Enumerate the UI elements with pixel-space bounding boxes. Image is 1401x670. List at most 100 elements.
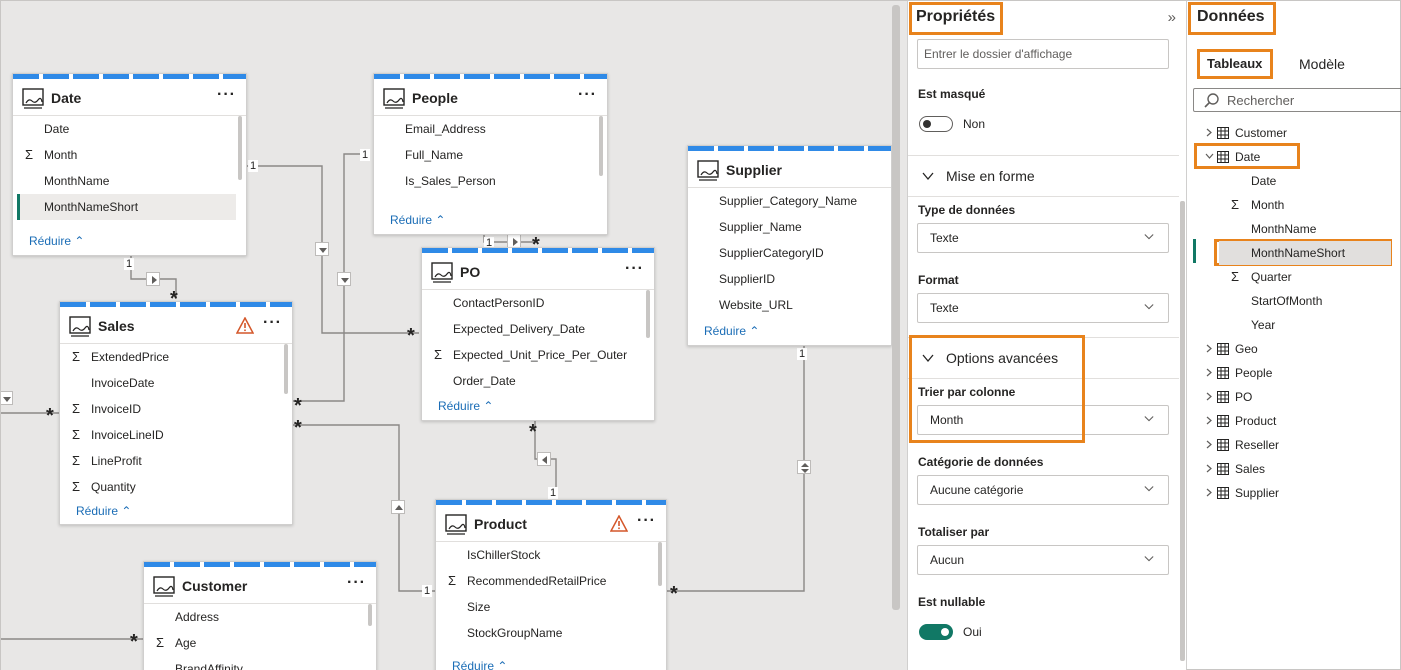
tree-field-item-selected[interactable]: MonthNameShort xyxy=(1219,241,1391,265)
category-dropdown[interactable]: Aucune catégorie xyxy=(917,475,1169,505)
collapse-link[interactable]: Réduire ⌃ xyxy=(76,504,131,518)
field-item[interactable]: IsChillerStock xyxy=(436,542,666,568)
field-scrollbar[interactable] xyxy=(599,116,603,176)
field-item[interactable]: ContactPersonID xyxy=(422,290,654,316)
collapse-link[interactable]: Réduire ⌃ xyxy=(390,213,445,227)
cardinality-many: * xyxy=(407,325,415,347)
nullable-toggle[interactable] xyxy=(919,624,953,640)
table-card-supplier[interactable]: Supplier Supplier_Category_Name Supplier… xyxy=(687,145,892,346)
summarize-dropdown[interactable]: Aucun xyxy=(917,545,1169,575)
search-input[interactable]: Rechercher xyxy=(1193,88,1401,112)
field-item[interactable]: Order_Date xyxy=(422,368,654,394)
summarize-label: Totaliser par xyxy=(918,525,990,539)
field-item[interactable]: MonthName xyxy=(13,168,246,194)
chevron-right-icon[interactable] xyxy=(1205,440,1214,449)
nullable-label: Est nullable xyxy=(918,595,986,609)
more-options-icon[interactable]: ··· xyxy=(263,314,282,332)
field-item[interactable]: Size xyxy=(436,594,666,620)
model-canvas[interactable]: 1 1 1 1 1 1 1 * * * * * * * * * Date ···… xyxy=(0,0,907,670)
format-dropdown[interactable]: Texte xyxy=(917,293,1169,323)
formatting-section[interactable]: Mise en forme xyxy=(908,155,1179,197)
table-grid-icon xyxy=(1217,391,1229,403)
filter-direction-left-icon xyxy=(537,452,551,466)
field-item[interactable]: Σ Quantity xyxy=(60,474,292,500)
tree-item-label: Geo xyxy=(1235,342,1258,356)
collapse-link[interactable]: Réduire ⌃ xyxy=(438,399,493,413)
field-item[interactable]: Σ LineProfit xyxy=(60,448,292,474)
field-item[interactable]: Σ RecommendedRetailPrice xyxy=(436,568,666,594)
field-item[interactable]: Is_Sales_Person xyxy=(374,168,607,194)
warning-icon[interactable] xyxy=(236,317,254,334)
tab-tables[interactable]: Tableaux xyxy=(1207,56,1262,71)
field-item[interactable]: Σ Expected_Unit_Price_Per_Outer xyxy=(422,342,654,368)
field-item[interactable]: Σ Month xyxy=(13,142,246,168)
field-item[interactable]: Σ InvoiceLineID xyxy=(60,422,292,448)
display-folder-input[interactable]: Entrer le dossier d'affichage xyxy=(917,39,1169,69)
table-name: Customer xyxy=(182,578,248,594)
sigma-icon: Σ xyxy=(448,573,457,588)
more-options-icon[interactable]: ··· xyxy=(625,260,644,278)
more-options-icon[interactable]: ··· xyxy=(347,574,366,592)
more-options-icon[interactable]: ··· xyxy=(637,512,656,530)
field-item[interactable]: Full_Name xyxy=(374,142,607,168)
field-item[interactable]: Supplier_Category_Name xyxy=(688,188,891,214)
warning-icon[interactable] xyxy=(610,515,628,532)
hidden-toggle[interactable] xyxy=(919,116,953,132)
chevron-right-icon[interactable] xyxy=(1205,464,1214,473)
chevron-right-icon[interactable] xyxy=(1205,344,1214,353)
field-item[interactable]: SupplierID xyxy=(688,266,891,292)
field-scrollbar[interactable] xyxy=(368,604,372,626)
field-scrollbar[interactable] xyxy=(284,344,288,394)
table-card-product[interactable]: Product ··· IsChillerStock Σ RecommendedR… xyxy=(435,499,667,670)
more-options-icon[interactable]: ··· xyxy=(578,86,597,104)
collapse-link[interactable]: Réduire ⌃ xyxy=(704,324,759,338)
chevron-right-icon[interactable] xyxy=(1205,128,1214,137)
field-scrollbar[interactable] xyxy=(646,290,650,338)
table-card-po[interactable]: PO ··· ContactPersonID Expected_Delivery… xyxy=(421,247,655,421)
table-grid-icon xyxy=(1217,343,1229,355)
field-item[interactable]: Supplier_Name xyxy=(688,214,891,240)
chevron-right-icon[interactable] xyxy=(1205,416,1214,425)
chevron-right-icon[interactable] xyxy=(1205,488,1214,497)
chevron-down-icon[interactable] xyxy=(1205,152,1214,161)
chevron-down-icon xyxy=(1144,234,1154,240)
field-scrollbar[interactable] xyxy=(658,542,662,586)
field-item[interactable]: Σ ExtendedPrice xyxy=(60,344,292,370)
field-item-selected[interactable]: MonthNameShort xyxy=(17,194,236,220)
cardinality-many: * xyxy=(130,631,138,653)
table-card-sales[interactable]: Sales ··· Σ ExtendedPrice InvoiceDate Σ In… xyxy=(59,301,293,525)
field-item[interactable]: StockGroupName xyxy=(436,620,666,646)
field-item[interactable]: BrandAffinity xyxy=(144,656,376,670)
field-item[interactable]: InvoiceDate xyxy=(60,370,292,396)
table-card-customer[interactable]: Customer ··· Address Σ Age BrandAffinity xyxy=(143,561,377,670)
field-scrollbar[interactable] xyxy=(238,116,242,180)
field-item[interactable]: Date xyxy=(13,116,246,142)
datatype-dropdown[interactable]: Texte xyxy=(917,223,1169,253)
field-item[interactable]: Σ InvoiceID xyxy=(60,396,292,422)
filter-direction-both-icon xyxy=(797,460,811,474)
rel-supplier-product xyxy=(667,346,805,592)
table-grid-icon xyxy=(1217,439,1229,451)
more-options-icon[interactable]: ··· xyxy=(217,86,236,104)
sigma-icon: Σ xyxy=(72,349,81,364)
field-item[interactable]: Expected_Delivery_Date xyxy=(422,316,654,342)
tree-item-label: People xyxy=(1235,366,1273,380)
collapse-link[interactable]: Réduire ⌃ xyxy=(452,659,507,670)
chevron-right-icon[interactable] xyxy=(1205,368,1214,377)
table-card-people[interactable]: People ··· Email_Address Full_Name Is_Sa… xyxy=(373,73,608,235)
tab-model[interactable]: Modèle xyxy=(1299,56,1345,72)
field-item[interactable]: Address xyxy=(144,604,376,630)
table-card-date[interactable]: Date ··· Date Σ Month MonthName MonthName… xyxy=(12,73,247,256)
table-grid-icon xyxy=(1217,487,1229,499)
field-item[interactable]: Σ Age xyxy=(144,630,376,656)
nullable-toggle-label: Oui xyxy=(963,625,982,639)
field-item[interactable]: Website_URL xyxy=(688,292,891,318)
collapse-pane-icon[interactable]: » xyxy=(1168,9,1176,26)
properties-scrollbar[interactable] xyxy=(1180,201,1185,661)
field-item[interactable]: SupplierCategoryID xyxy=(688,240,891,266)
canvas-scrollbar[interactable] xyxy=(892,5,900,610)
chevron-right-icon[interactable] xyxy=(1205,392,1214,401)
field-item[interactable]: Email_Address xyxy=(374,116,607,142)
tree-item-label: Supplier xyxy=(1235,486,1280,500)
collapse-link[interactable]: Réduire ⌃ xyxy=(29,234,84,248)
